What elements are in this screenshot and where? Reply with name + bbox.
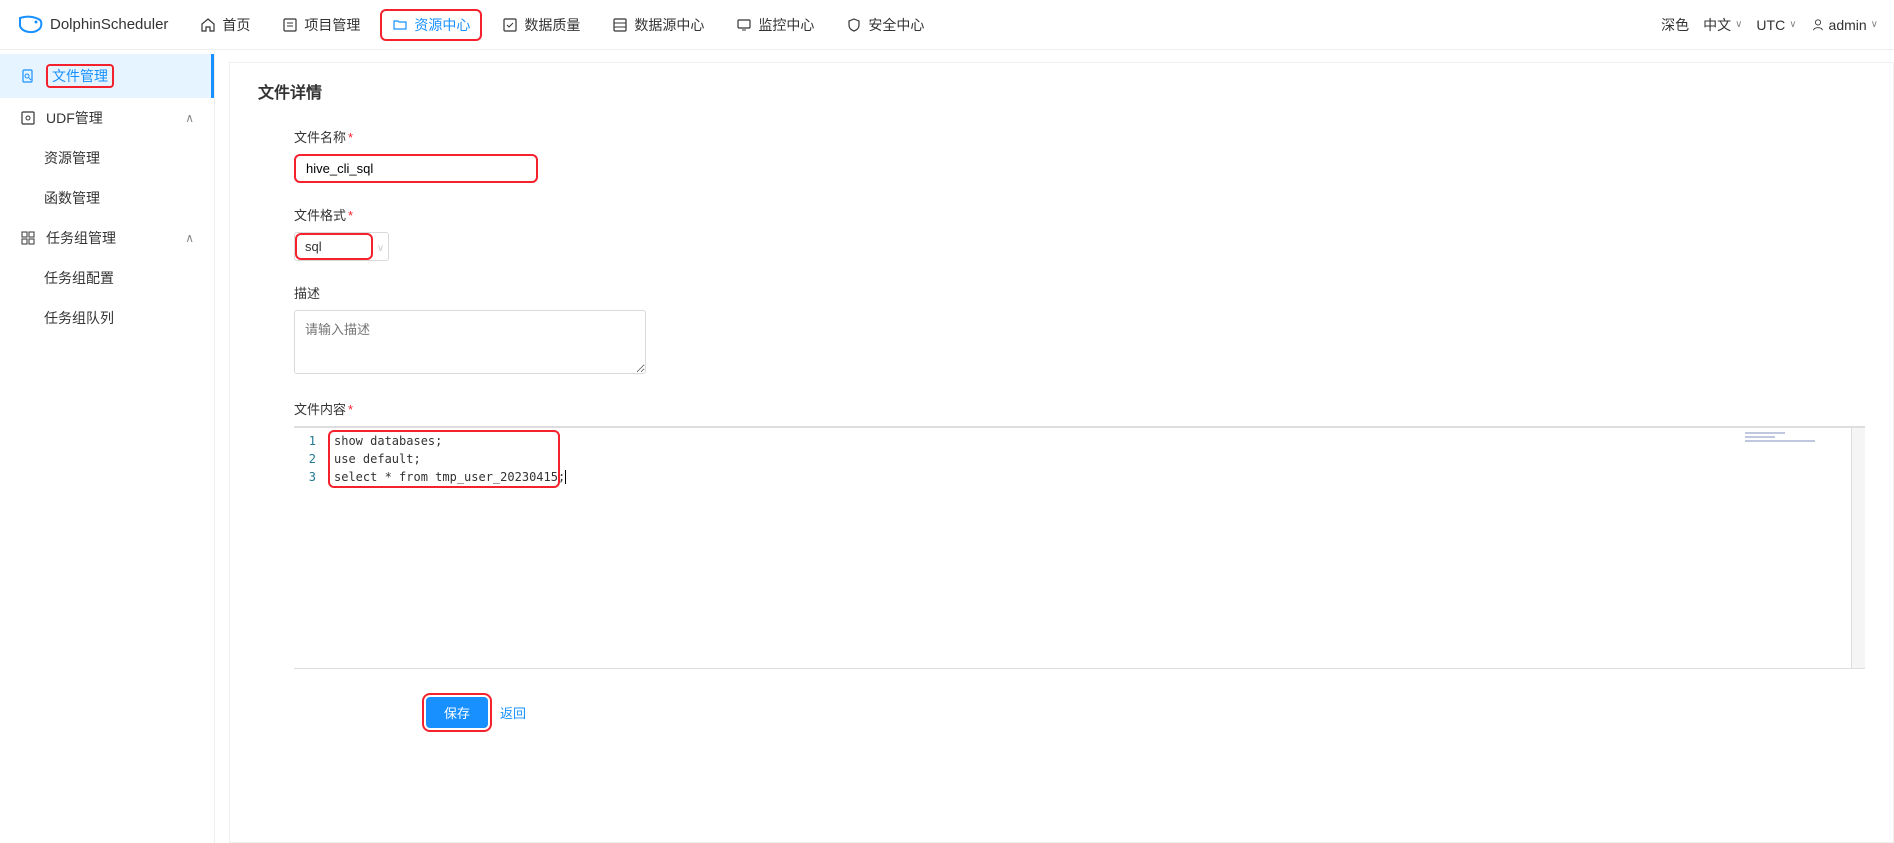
sidebar: 文件管理 UDF管理 ∧ 资源管理 函数管理 任务组管理 ∧ 任务组配置 任务组…: [0, 50, 215, 843]
folder-icon: [392, 17, 408, 33]
shield-icon: [846, 17, 862, 33]
theme-toggle[interactable]: 深色: [1661, 15, 1689, 35]
editor-scrollbar[interactable]: [1851, 428, 1865, 668]
timezone-select[interactable]: UTC ∨: [1756, 17, 1796, 33]
monitor-icon: [736, 17, 752, 33]
sidebar-label: 文件管理: [46, 64, 114, 88]
code-editor[interactable]: 1 2 3 show databases; use default; selec…: [294, 426, 1865, 669]
line-number: 1: [298, 432, 316, 450]
udf-icon: [20, 110, 36, 126]
desc-textarea[interactable]: [294, 310, 646, 374]
required-indicator: *: [348, 208, 353, 223]
chevron-up-icon: ∧: [185, 231, 194, 245]
text-cursor: [565, 470, 566, 484]
main-content: 文件详情 文件名称* 文件格式* sql ∨ 描述: [229, 62, 1894, 843]
format-select[interactable]: sql: [295, 233, 373, 260]
task-group-icon: [20, 230, 36, 246]
sidebar-label: 任务组配置: [44, 268, 114, 288]
sidebar-label: 任务组管理: [46, 228, 116, 248]
nav-item-resource[interactable]: 资源中心: [380, 9, 482, 41]
chevron-down-icon: ∨: [1871, 19, 1878, 30]
required-indicator: *: [348, 130, 353, 145]
datasource-icon: [612, 17, 628, 33]
sidebar-item-task-group-queue[interactable]: 任务组队列: [0, 298, 214, 338]
editor-gutter: 1 2 3: [294, 428, 334, 668]
sidebar-item-func-mgmt[interactable]: 函数管理: [0, 178, 214, 218]
sidebar-item-task-group-mgmt[interactable]: 任务组管理 ∧: [0, 218, 214, 258]
nav-label: 项目管理: [304, 15, 360, 35]
nav-label: 数据质量: [524, 15, 580, 35]
editor-minimap[interactable]: [1741, 428, 1851, 668]
nav-label: 安全中心: [868, 15, 924, 35]
nav-item-home[interactable]: 首页: [188, 9, 262, 41]
home-icon: [200, 17, 216, 33]
nav-label: 首页: [222, 15, 250, 35]
chevron-down-icon: ∨: [1735, 19, 1742, 30]
sidebar-item-task-group-cfg[interactable]: 任务组配置: [0, 258, 214, 298]
line-number: 3: [298, 468, 316, 486]
file-search-icon: [20, 68, 36, 84]
nav-label: 数据源中心: [634, 15, 704, 35]
content-label: 文件内容*: [294, 399, 1865, 418]
filename-label: 文件名称*: [294, 127, 1865, 146]
sidebar-label: UDF管理: [46, 108, 103, 128]
logo[interactable]: DolphinScheduler: [16, 14, 168, 36]
back-button[interactable]: 返回: [500, 703, 526, 722]
sidebar-item-res-mgmt[interactable]: 资源管理: [0, 138, 214, 178]
user-label: admin: [1829, 17, 1867, 33]
logo-icon: [16, 14, 44, 36]
format-value: sql: [305, 239, 322, 254]
nav-item-security[interactable]: 安全中心: [834, 9, 936, 41]
chevron-up-icon: ∧: [185, 111, 194, 125]
required-indicator: *: [348, 402, 353, 417]
list-icon: [282, 17, 298, 33]
sidebar-label: 任务组队列: [44, 308, 114, 328]
code-line: show databases;: [334, 432, 1741, 450]
sidebar-item-file-mgmt[interactable]: 文件管理: [0, 54, 214, 98]
desc-label: 描述: [294, 283, 1865, 302]
nav-item-datasource[interactable]: 数据源中心: [600, 9, 716, 41]
format-label: 文件格式*: [294, 205, 1865, 224]
chevron-down-icon: ∨: [1789, 19, 1796, 30]
code-line: select * from tmp_user_20230415;: [334, 468, 1741, 486]
user-menu[interactable]: admin ∨: [1811, 17, 1878, 33]
nav-label: 监控中心: [758, 15, 814, 35]
lang-label: 中文: [1703, 15, 1731, 35]
quality-icon: [502, 17, 518, 33]
sidebar-item-udf-mgmt[interactable]: UDF管理 ∧: [0, 98, 214, 138]
filename-input[interactable]: [294, 154, 538, 183]
nav-item-project[interactable]: 项目管理: [270, 9, 372, 41]
tz-label: UTC: [1756, 17, 1785, 33]
sidebar-label: 资源管理: [44, 148, 100, 168]
user-icon: [1811, 18, 1825, 32]
page-title: 文件详情: [258, 79, 1865, 103]
nav-label: 资源中心: [414, 15, 470, 35]
nav-item-monitor[interactable]: 监控中心: [724, 9, 826, 41]
line-number: 2: [298, 450, 316, 468]
logo-text: DolphinScheduler: [50, 16, 168, 33]
chevron-down-icon: ∨: [377, 243, 384, 254]
sidebar-label: 函数管理: [44, 188, 100, 208]
nav-item-data-quality[interactable]: 数据质量: [490, 9, 592, 41]
editor-code-area[interactable]: show databases; use default; select * fr…: [334, 428, 1741, 668]
code-line: use default;: [334, 450, 1741, 468]
lang-select[interactable]: 中文 ∨: [1703, 15, 1742, 35]
save-button[interactable]: 保存: [426, 697, 488, 728]
